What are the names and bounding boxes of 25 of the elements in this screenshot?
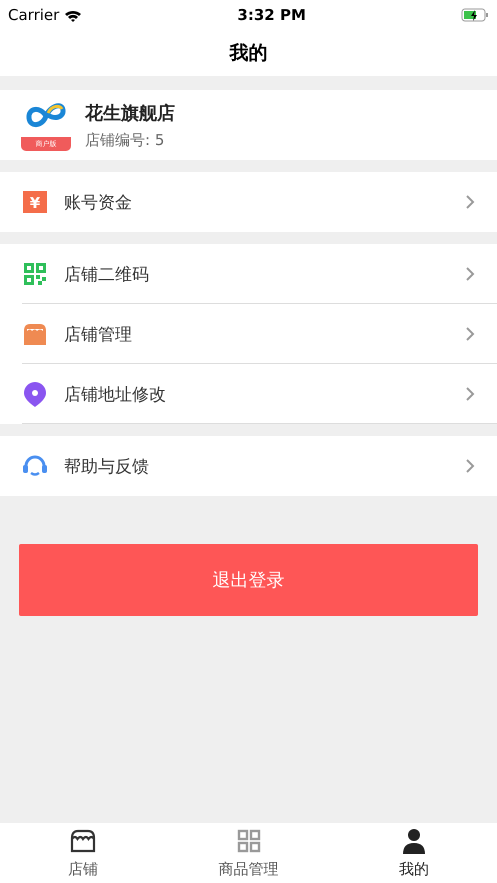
store-icon (22, 321, 48, 347)
chevron-icon (465, 194, 475, 210)
store-icon (68, 827, 97, 855)
money-icon: ¥ (22, 189, 48, 215)
qr-code-icon (22, 261, 48, 287)
tab[interactable]: 店铺 (0, 823, 166, 883)
page-title: 我的 (230, 41, 268, 66)
menu-item[interactable]: 店铺二维码 (0, 244, 497, 304)
status-time: 3:32 PM (237, 6, 306, 24)
tab[interactable]: 商品管理 (166, 823, 332, 883)
shop-number: 店铺编号: 5 (85, 130, 166, 150)
chevron-icon (465, 458, 475, 474)
menu-item[interactable]: 店铺地址修改 (0, 364, 497, 424)
chevron-icon (465, 326, 475, 342)
tab[interactable]: 我的 (331, 823, 497, 883)
chevron-icon (465, 386, 475, 402)
battery-icon (460, 8, 489, 22)
wifi-icon (64, 8, 82, 22)
menu-item[interactable]: ¥ 账号资金 (0, 172, 497, 232)
location-pin-icon (22, 381, 48, 407)
shop-name: 花生旗舰店 (85, 102, 175, 124)
menu-item[interactable]: 店铺管理 (0, 304, 497, 364)
chevron-icon (465, 266, 475, 282)
menu-item[interactable]: 帮助与反馈 (0, 436, 497, 496)
carrier-label: Carrier (8, 6, 60, 24)
